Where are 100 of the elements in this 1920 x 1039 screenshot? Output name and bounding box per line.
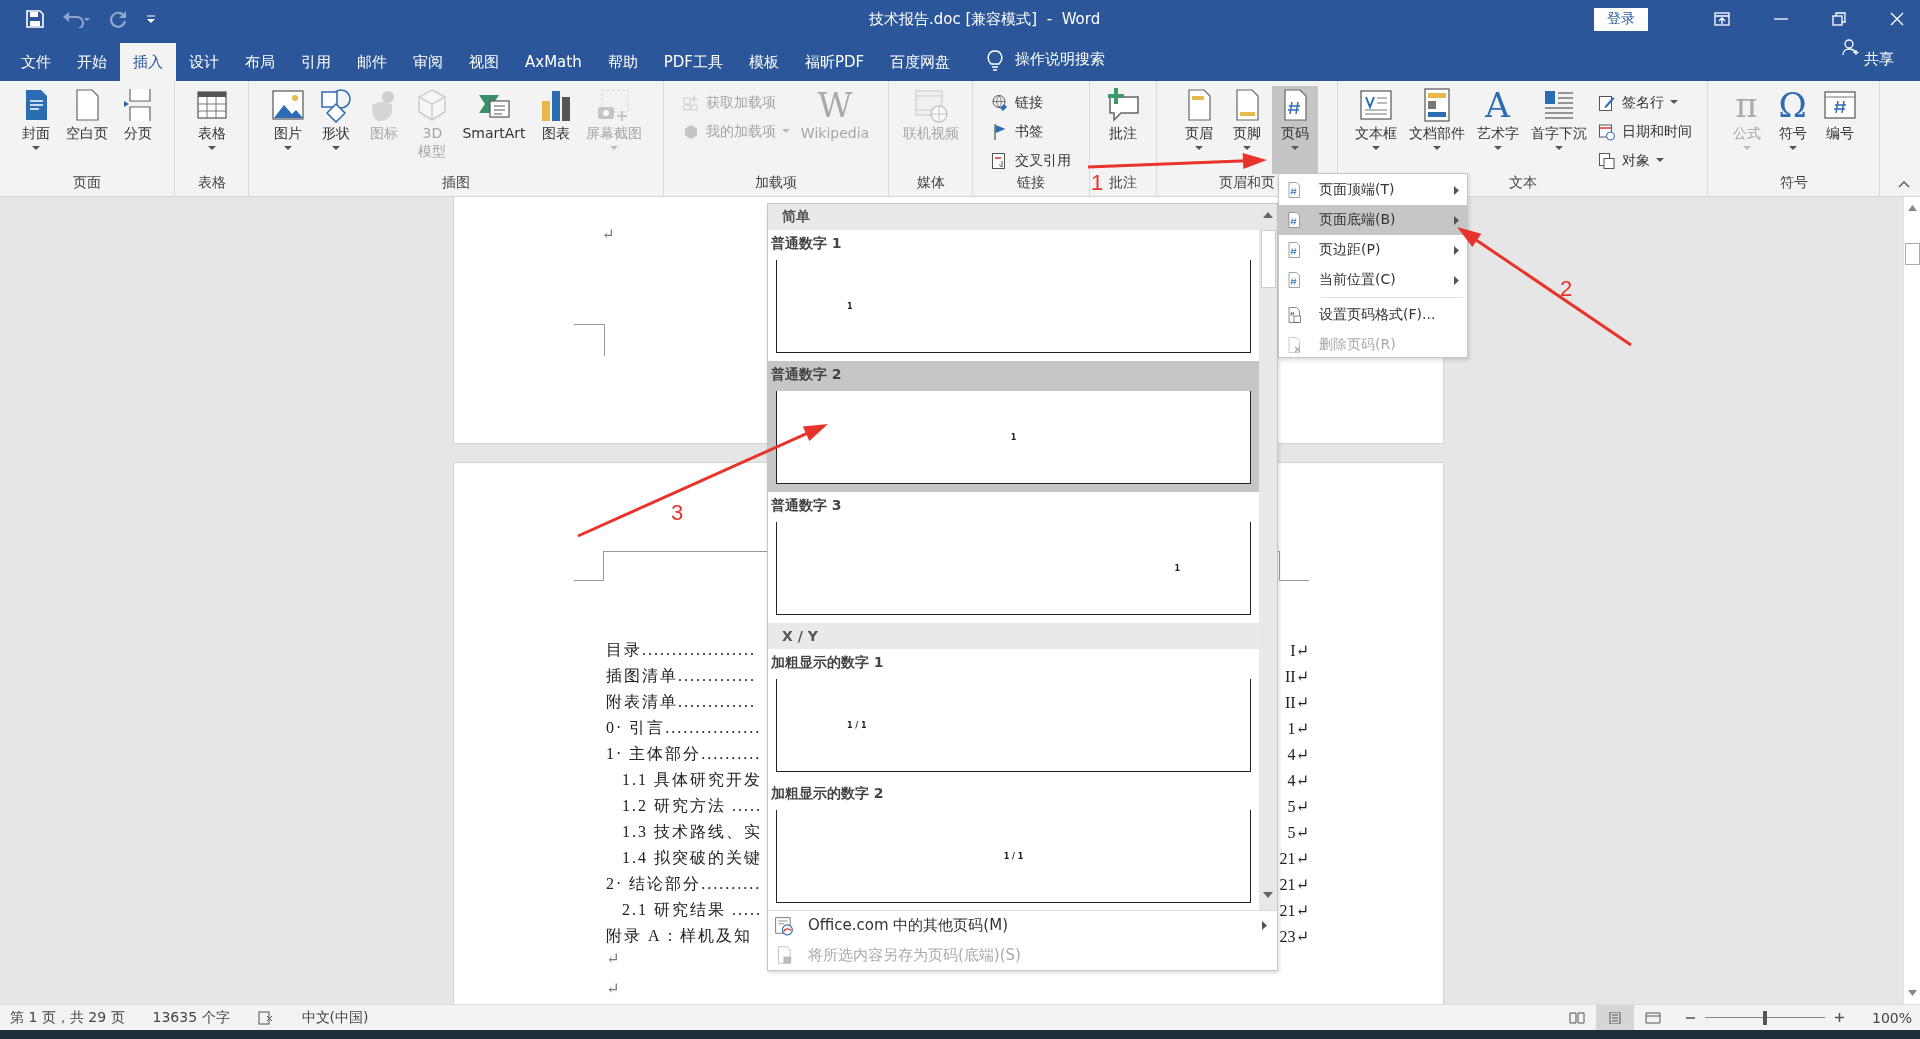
toc-page-number: 4↵	[1287, 770, 1309, 790]
caret-icon	[1195, 146, 1203, 151]
ribbon-button[interactable]: 空白页	[61, 86, 113, 174]
ribbon-button[interactable]: 文本框	[1349, 86, 1402, 174]
ribbon-tab[interactable]: 插入	[120, 43, 176, 81]
submenu-arrow-icon	[1454, 215, 1459, 225]
word-count[interactable]: 13635 个字	[152, 1008, 230, 1027]
ribbon-button[interactable]: 对象	[1593, 148, 1668, 173]
lightbulb-icon[interactable]	[987, 48, 1004, 71]
view-mode-button[interactable]	[1595, 1004, 1634, 1031]
close-icon[interactable]	[1890, 12, 1904, 26]
menu-item[interactable]: 当前位置(C)	[1279, 265, 1467, 295]
caret-icon	[1432, 146, 1441, 151]
proofing-icon[interactable]	[257, 1010, 274, 1025]
page-format-icon	[1285, 306, 1303, 324]
vertical-scrollbar[interactable]	[1903, 197, 1920, 1004]
caret-icon	[1493, 146, 1502, 151]
scroll-down-icon[interactable]	[1263, 892, 1273, 898]
ribbon-button[interactable]: 文档部件	[1403, 86, 1470, 174]
gallery-item[interactable]: 普通数字 2 1	[768, 361, 1259, 492]
redo-icon[interactable]	[110, 10, 128, 28]
gallery-scrollbar[interactable]	[1259, 204, 1277, 910]
window-title: 技术报告.doc [兼容模式] - Word	[868, 9, 1102, 29]
ribbon-button[interactable]: SmartArt	[457, 86, 531, 174]
ribbon-button[interactable]: 图片	[265, 86, 312, 174]
ribbon-tab[interactable]: 邮件	[344, 43, 400, 81]
web-layout-icon	[1644, 1011, 1661, 1024]
ribbon-button[interactable]: 封面	[13, 86, 59, 174]
toc-page-number: 5↵	[1287, 822, 1309, 842]
menu-item[interactable]: 设置页码格式(F)...	[1279, 300, 1467, 330]
ribbon-button[interactable]: 页码	[1272, 86, 1318, 174]
ribbon-tab[interactable]: 福昕PDF	[791, 43, 878, 81]
ribbon-display-icon[interactable]	[1714, 12, 1730, 26]
ribbon-button[interactable]: 日期和时间	[1593, 119, 1696, 144]
ribbon-button[interactable]: 交叉引用	[987, 148, 1075, 173]
ribbon-button[interactable]: 表格	[188, 86, 235, 174]
ribbon-button[interactable]: 页脚	[1224, 86, 1270, 174]
scrollbar-thumb[interactable]	[1904, 243, 1920, 265]
scrollbar-thumb[interactable]	[1260, 230, 1276, 288]
scroll-up-icon[interactable]	[1263, 212, 1273, 218]
toc-entry: 1· 主体部分..........	[606, 743, 762, 764]
caret-icon	[207, 146, 216, 151]
customize-caret-icon[interactable]	[146, 14, 156, 24]
ribbon-tab[interactable]: 视图	[456, 43, 512, 81]
menu-item[interactable]: 页面底端(B)	[1279, 205, 1467, 235]
ribbon-tab[interactable]: 设计	[176, 43, 232, 81]
undo-icon[interactable]	[62, 10, 92, 28]
menu-item[interactable]: 页面顶端(T)	[1279, 175, 1467, 205]
zoom-in-icon[interactable]	[1834, 1013, 1844, 1022]
page-count[interactable]: 第 1 页，共 29 页	[10, 1008, 125, 1027]
group-label: 表格	[197, 174, 226, 192]
menu-item[interactable]: 页边距(P)	[1279, 235, 1467, 265]
caret-icon	[1669, 100, 1678, 105]
toc-entry: 1.1 具体研究开发	[622, 769, 762, 790]
tell-me-search[interactable]: 操作说明搜索	[1015, 50, 1106, 69]
glyph-icon: Ω	[1778, 86, 1807, 123]
ribbon-button[interactable]: 页眉	[1176, 86, 1222, 174]
ribbon-button[interactable]: 签名行	[1593, 90, 1682, 115]
ribbon-button[interactable]: 编号	[1816, 86, 1863, 174]
caret-icon	[609, 146, 618, 151]
ribbon-tab[interactable]: 模板	[735, 43, 792, 81]
scroll-down-icon[interactable]	[1907, 990, 1917, 996]
collapse-ribbon-icon[interactable]	[1898, 181, 1910, 188]
ribbon-button[interactable]: 分页	[115, 86, 161, 174]
ribbon-tab[interactable]: 引用	[288, 43, 344, 81]
zoom-level[interactable]: 100%	[1871, 1009, 1912, 1026]
ribbon-tab[interactable]: AxMath	[512, 43, 595, 81]
ribbon-button[interactable]: Ω 符号	[1770, 86, 1815, 174]
person-icon[interactable]	[1842, 38, 1860, 56]
group-label: 批注	[1109, 174, 1137, 192]
sign-in-button[interactable]: 登录	[1594, 7, 1648, 31]
ribbon-tab[interactable]: PDF工具	[650, 43, 736, 81]
menu-item[interactable]: Office.com 中的其他页码(M)	[768, 911, 1277, 941]
toc-entry: 目录...................	[606, 639, 756, 660]
caret-icon	[1554, 146, 1563, 151]
link-globe-icon	[991, 93, 1009, 112]
zoom-slider-thumb[interactable]	[1762, 1010, 1767, 1025]
language[interactable]: 中文(中国)	[301, 1008, 369, 1027]
zoom-out-icon[interactable]	[1685, 1016, 1695, 1019]
ribbon-tab[interactable]: 百度网盘	[877, 43, 964, 81]
ribbon-button[interactable]: 书签	[987, 119, 1047, 144]
share-button[interactable]: 共享	[1864, 50, 1894, 69]
toc-page-number: 23↵	[1279, 926, 1309, 946]
ribbon-button[interactable]: 形状	[313, 86, 360, 174]
comment-icon	[1105, 86, 1141, 123]
ribbon-tab[interactable]: 帮助	[594, 43, 651, 81]
add-ins-icon	[681, 93, 700, 112]
ribbon-tab[interactable]: 布局	[232, 43, 288, 81]
toc-page-number: II↵	[1284, 692, 1309, 712]
ribbon-button[interactable]: 首字下沉	[1525, 86, 1592, 174]
ribbon-button[interactable]: 图表	[532, 86, 579, 174]
restore-icon[interactable]	[1832, 12, 1846, 26]
save-icon[interactable]	[26, 10, 44, 28]
ribbon-tab[interactable]: 审阅	[400, 43, 456, 81]
ribbon-tab[interactable]: 文件	[8, 43, 64, 81]
glyph-icon: π	[1735, 86, 1758, 123]
ribbon-tab[interactable]: 开始	[64, 43, 120, 81]
ribbon-button[interactable]: 链接	[987, 90, 1047, 115]
ribbon-button[interactable]: A 艺术字	[1471, 86, 1524, 174]
scroll-up-icon[interactable]	[1907, 205, 1917, 211]
